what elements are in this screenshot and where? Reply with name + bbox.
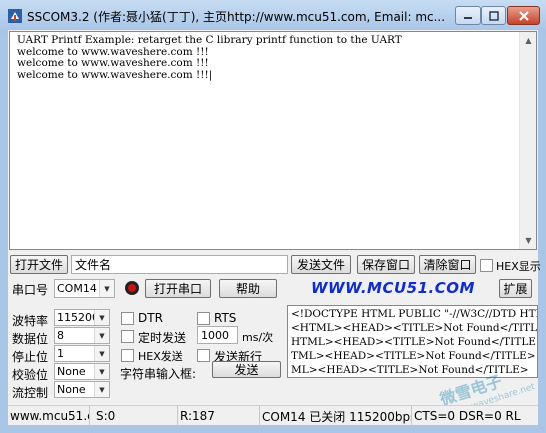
file-name-input[interactable]: 文件名 xyxy=(71,255,288,274)
expand-button[interactable]: 扩展 xyxy=(499,279,532,298)
help-button[interactable]: 帮助 xyxy=(219,279,277,298)
port-value: COM14 xyxy=(57,282,97,295)
receive-textarea[interactable]: UART Printf Example: retarget the C libr… xyxy=(9,31,537,250)
status-sent-count: S:0 xyxy=(94,406,178,426)
hex-send-label: HEX发送 xyxy=(138,350,183,363)
receive-scrollbar[interactable]: ▲ ▼ xyxy=(519,32,536,249)
chevron-down-icon: ▼ xyxy=(94,382,109,397)
send-newline-checkbox[interactable] xyxy=(197,349,210,362)
data-bits-label: 数据位 xyxy=(12,332,49,346)
timed-send-label: 定时发送 xyxy=(138,331,187,345)
minimize-icon xyxy=(464,16,472,19)
open-port-button[interactable]: 打开串口 xyxy=(145,279,211,298)
stop-bits-value: 1 xyxy=(57,347,64,360)
chevron-down-icon: ▼ xyxy=(99,280,114,297)
baud-select[interactable]: 115200 ▼ xyxy=(54,309,110,326)
status-signals: CTS=0 DSR=0 RL xyxy=(414,409,521,423)
maximize-icon xyxy=(488,10,499,21)
chevron-down-icon: ▼ xyxy=(94,364,109,379)
baud-label: 波特率 xyxy=(12,314,49,328)
send-button[interactable]: 发送 xyxy=(212,361,281,378)
rts-checkbox[interactable] xyxy=(197,312,210,325)
stop-bits-select[interactable]: 1 ▼ xyxy=(54,345,110,362)
data-bits-value: 8 xyxy=(57,329,64,342)
minimize-button[interactable] xyxy=(455,6,481,25)
parity-value: None xyxy=(57,365,86,378)
interval-unit-label: ms/次 xyxy=(242,331,274,344)
stop-bits-label: 停止位 xyxy=(12,350,49,364)
port-label: 串口号 xyxy=(12,283,49,297)
maximize-button[interactable] xyxy=(481,6,506,25)
chevron-down-icon: ▼ xyxy=(94,310,109,325)
input-label: 字符串输入框: xyxy=(120,367,197,381)
chevron-down-icon: ▼ xyxy=(94,346,109,361)
parity-label: 校验位 xyxy=(12,368,49,382)
brand-link[interactable]: WWW.MCU51.COM xyxy=(311,279,475,297)
parity-select[interactable]: None ▼ xyxy=(54,363,110,380)
flow-select[interactable]: None ▼ xyxy=(54,381,110,398)
port-select[interactable]: COM14 ▼ xyxy=(54,279,115,298)
serial-terminal-icon xyxy=(7,8,23,24)
hex-display-label: HEX显示 xyxy=(496,260,541,273)
status-port-state: COM14 已关闭 115200bps xyxy=(260,406,412,426)
data-bits-select[interactable]: 8 ▼ xyxy=(54,327,110,344)
scroll-up-icon[interactable]: ▲ xyxy=(520,32,537,49)
open-file-button[interactable]: 打开文件 xyxy=(10,255,68,274)
close-icon xyxy=(518,10,529,21)
hex-display-checkbox[interactable] xyxy=(480,259,493,272)
status-received-count: R:187 xyxy=(178,406,260,426)
status-bar: www.mcu51.com S:0 R:187 COM14 已关闭 115200… xyxy=(8,405,538,426)
dtr-label: DTR xyxy=(138,311,163,325)
chevron-down-icon: ▼ xyxy=(94,328,109,343)
window-title: SSCOM3.2 (作者:聂小猛(丁丁), 主页http://www.mcu51… xyxy=(27,10,446,24)
timed-send-checkbox[interactable] xyxy=(121,330,134,343)
dtr-checkbox[interactable] xyxy=(121,312,134,325)
rts-label: RTS xyxy=(214,311,237,325)
save-window-button[interactable]: 保存窗口 xyxy=(357,255,415,274)
baud-value: 115200 xyxy=(57,311,94,324)
close-button[interactable] xyxy=(507,6,540,25)
clear-window-button[interactable]: 清除窗口 xyxy=(419,255,476,274)
port-status-indicator-icon xyxy=(124,280,140,296)
interval-input[interactable]: 1000 xyxy=(197,326,238,344)
hex-send-checkbox[interactable] xyxy=(121,349,134,362)
status-site: www.mcu51.com xyxy=(8,406,90,426)
receive-text: UART Printf Example: retarget the C libr… xyxy=(17,34,402,81)
flow-label: 流控制 xyxy=(12,386,49,400)
send-file-button[interactable]: 发送文件 xyxy=(291,255,351,274)
scroll-down-icon[interactable]: ▼ xyxy=(520,232,537,249)
flow-value: None xyxy=(57,383,86,396)
